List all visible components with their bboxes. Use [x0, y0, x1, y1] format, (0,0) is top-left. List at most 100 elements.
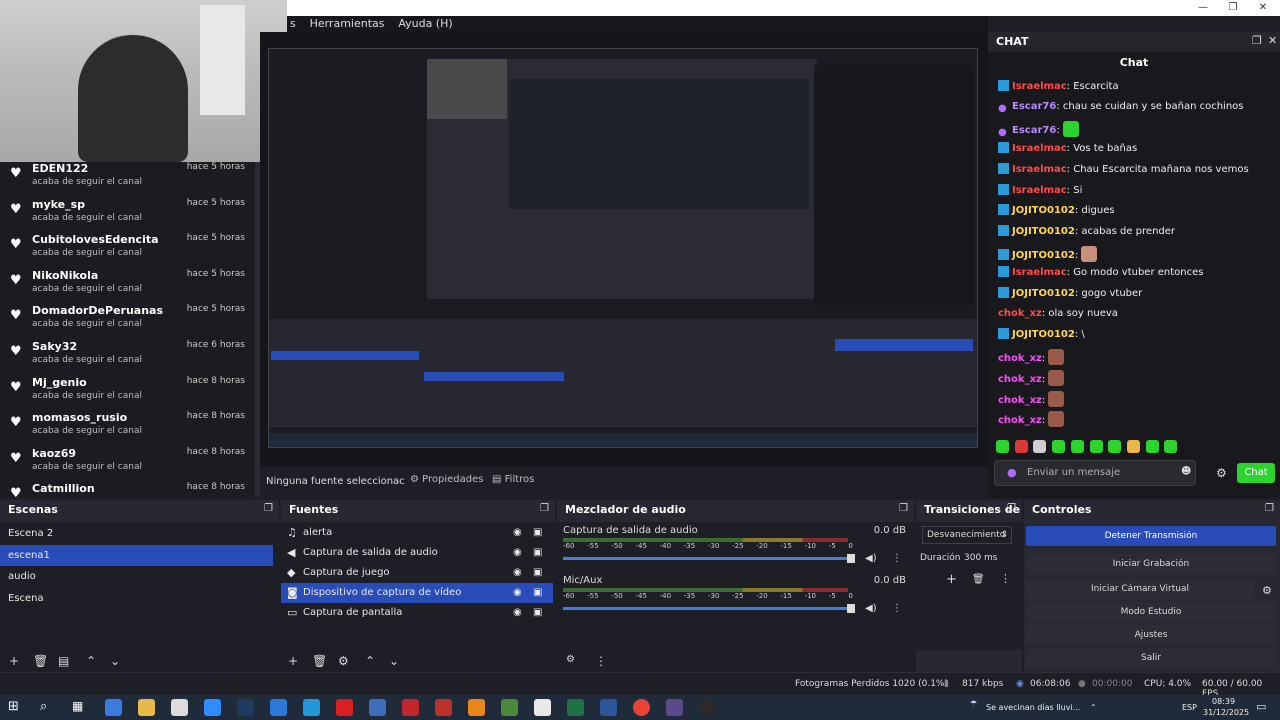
tray-chevron-icon[interactable]: ⌃ [1090, 703, 1097, 712]
more-icon[interactable]: ⋮ [1000, 572, 1011, 585]
close-icon[interactable]: ✕ [1248, 0, 1278, 16]
chat-username[interactable]: Israelmac [1012, 267, 1067, 278]
chat-username[interactable]: Israelmac [1012, 164, 1067, 175]
gear-icon[interactable]: ⚙ [338, 654, 349, 668]
zoom-icon[interactable] [204, 699, 221, 716]
obs-icon[interactable] [699, 699, 716, 716]
clock-date[interactable]: 31/12/2025 [1203, 708, 1249, 717]
menu-item-tools[interactable]: Herramientas [305, 16, 390, 32]
float-icon[interactable]: ❐ [264, 503, 273, 514]
search-icon[interactable]: ⌕ [40, 699, 57, 716]
language[interactable]: ESP [1182, 703, 1197, 712]
quick-emote-icon[interactable] [996, 440, 1009, 453]
trash-icon[interactable]: 🗑 [972, 574, 985, 585]
slider-knob[interactable] [847, 554, 855, 563]
eye-icon[interactable]: ◉ [513, 543, 522, 563]
chat-username[interactable]: chok_xz [998, 353, 1042, 364]
float-icon[interactable]: ❐ [1265, 503, 1274, 514]
source-item[interactable]: ◙ Dispositivo de captura de vídeo ◉ ▣ [281, 583, 553, 603]
excel-icon[interactable] [567, 699, 584, 716]
chat-input[interactable]: ● Enviar un mensaje ☻ [994, 460, 1196, 486]
scene-item[interactable]: Escena [0, 588, 273, 609]
chat-username[interactable]: JOJITO0102 [1012, 288, 1075, 299]
close-icon[interactable]: ✕ [1268, 34, 1277, 47]
chat-send-button[interactable]: Chat [1237, 463, 1275, 483]
chat-username[interactable]: Israelmac [1012, 143, 1067, 154]
emoji-icon[interactable]: ☻ [1181, 466, 1191, 477]
eye-icon[interactable]: ◉ [513, 523, 522, 543]
properties-button[interactable]: ⚙ Propiedades [410, 474, 483, 485]
float-icon[interactable]: ❐ [1007, 503, 1016, 514]
float-icon[interactable]: ❐ [899, 503, 908, 514]
weather-text[interactable]: Se avecinan días lluvi... [986, 703, 1080, 712]
source-item[interactable]: ▭ Captura de pantalla ◉ ▣ [281, 603, 553, 623]
source-item[interactable]: ◆ Captura de juego ◉ ▣ [281, 563, 553, 583]
quick-emote-icon[interactable] [1108, 440, 1122, 453]
quick-emote-icon[interactable] [1126, 440, 1140, 453]
chat-username[interactable]: JOJITO0102 [1012, 250, 1075, 261]
chat-username[interactable]: Israelmac [1012, 185, 1067, 196]
chat-username[interactable]: JOJITO0102 [1012, 329, 1075, 340]
quick-emote-icon[interactable] [1145, 440, 1159, 453]
speaker-icon[interactable]: ◀) [865, 603, 877, 614]
infinity-app-icon[interactable] [237, 699, 254, 716]
quick-emote-icon[interactable] [1052, 440, 1066, 453]
copilot-icon[interactable] [105, 699, 122, 716]
chat-username[interactable]: Escar76 [1012, 125, 1056, 136]
clock-time[interactable]: 08:39 [1212, 697, 1235, 706]
opera-icon[interactable] [336, 699, 353, 716]
quick-emote-icon[interactable] [1014, 440, 1028, 453]
add-icon[interactable]: + [9, 654, 19, 668]
filezilla-icon[interactable] [435, 699, 452, 716]
chrome-icon[interactable] [633, 699, 650, 716]
task-view-icon[interactable]: ▦ [72, 699, 89, 716]
eye-icon[interactable]: ◉ [513, 583, 522, 603]
quick-emote-icon[interactable] [1164, 440, 1178, 453]
file-explorer-icon[interactable] [138, 699, 155, 716]
lock-icon[interactable]: ▣ [533, 523, 542, 543]
source-item[interactable]: ♫ alerta ◉ ▣ [281, 523, 553, 543]
lock-icon[interactable]: ▣ [533, 583, 542, 603]
image-viewer-icon[interactable] [501, 699, 518, 716]
trash-icon[interactable]: 🗑 [33, 654, 48, 668]
dropbox-icon[interactable] [534, 699, 551, 716]
store-icon[interactable] [171, 699, 188, 716]
control-button[interactable]: Salir [1026, 648, 1276, 668]
trash-icon[interactable]: 🗑 [312, 654, 327, 668]
more-icon[interactable]: ⋮ [892, 603, 902, 614]
menu-item-partial[interactable]: s [285, 16, 301, 32]
source-item[interactable]: ◀ Captura de salida de audio ◉ ▣ [281, 543, 553, 563]
chat-username[interactable]: chok_xz [998, 308, 1042, 319]
eye-icon[interactable]: ◉ [513, 603, 522, 623]
float-icon[interactable]: ❐ [540, 503, 549, 514]
scene-item[interactable]: escena1 [0, 544, 273, 566]
pdf-icon[interactable] [402, 699, 419, 716]
menu-item-help[interactable]: Ayuda (H) [393, 16, 457, 32]
discord-icon[interactable] [666, 699, 683, 716]
lock-icon[interactable]: ▣ [533, 543, 542, 563]
control-button[interactable]: Iniciar Grabación [1026, 554, 1276, 574]
windows-start-icon[interactable]: ⊞ [8, 699, 25, 716]
edge-icon[interactable] [303, 699, 320, 716]
more-icon[interactable]: ⋮ [892, 553, 902, 564]
quick-emote-icon[interactable] [1070, 440, 1084, 453]
chat-username[interactable]: Escar76 [1012, 101, 1056, 112]
slider-knob[interactable] [847, 604, 855, 613]
restore-icon[interactable]: ❐ [1218, 0, 1248, 16]
more-icon[interactable]: ⋮ [595, 654, 607, 668]
lock-icon[interactable]: ▣ [533, 603, 542, 623]
arrow-down-icon[interactable]: ⌄ [389, 654, 399, 668]
control-button[interactable]: Detener Transmisión [1026, 526, 1276, 546]
volume-slider[interactable] [563, 554, 855, 563]
minimize-icon[interactable]: — [1188, 0, 1218, 16]
word-icon[interactable] [600, 699, 617, 716]
arrow-down-icon[interactable]: ⌄ [110, 654, 120, 668]
vlc-icon[interactable] [468, 699, 485, 716]
photos-icon[interactable] [270, 699, 287, 716]
eye-icon[interactable]: ◉ [513, 563, 522, 583]
chat-username[interactable]: JOJITO0102 [1012, 205, 1075, 216]
chat-username[interactable]: JOJITO0102 [1012, 226, 1075, 237]
control-button[interactable]: Modo Estudio [1026, 602, 1276, 622]
gear-icon[interactable]: ⚙ [566, 654, 575, 665]
calculator-icon[interactable] [369, 699, 386, 716]
